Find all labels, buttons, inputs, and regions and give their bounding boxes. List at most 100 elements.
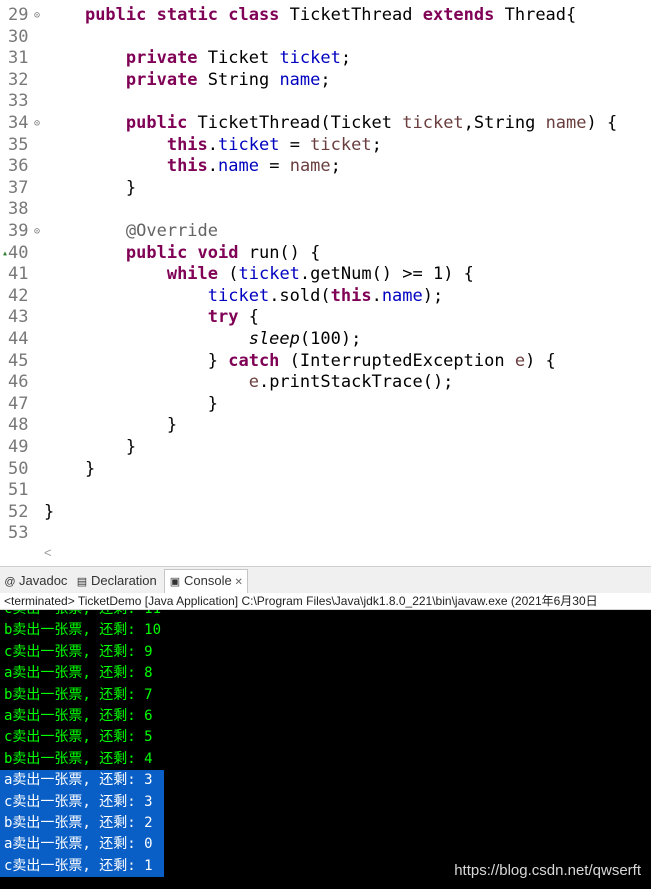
code-line[interactable]: 29 ⊝ public static class TicketThread ext…: [0, 5, 651, 27]
console-line[interactable]: a卖出一张票, 还剩: 0: [0, 834, 164, 856]
line-number: 48: [8, 415, 29, 436]
editor-horizontal-scrollbar[interactable]: <: [44, 546, 644, 560]
code-text: }: [44, 415, 177, 437]
code-token: name: [218, 156, 259, 177]
line-number: 45: [8, 350, 29, 371]
code-line[interactable]: 50 }: [0, 459, 651, 481]
line-number: 40: [8, 242, 29, 263]
code-line[interactable]: 49 }: [0, 437, 651, 459]
console-line[interactable]: c卖出一张票, 还剩: 1: [0, 855, 164, 878]
code-line[interactable]: 31 private Ticket ticket;: [0, 48, 651, 70]
code-text: }: [44, 459, 95, 481]
code-token: ticket: [238, 264, 300, 285]
line-number: 31: [8, 48, 29, 69]
line-number: 36: [8, 156, 29, 177]
code-token: this: [166, 156, 208, 177]
console-status-line: <terminated> TicketDemo [Java Applicatio…: [0, 593, 651, 610]
code-line[interactable]: 48 }: [0, 415, 651, 437]
code-token: (: [228, 264, 239, 285]
code-token: sleep: [248, 329, 300, 349]
code-token: ticket: [310, 134, 372, 155]
code-text: e.printStackTrace();: [44, 372, 454, 394]
code-token: }: [44, 350, 229, 371]
console-line[interactable]: a卖出一张票, 还剩: 8: [0, 663, 153, 684]
fold-collapse-icon[interactable]: ⊝: [34, 113, 40, 135]
tab-declaration[interactable]: ▤ Declaration: [76, 571, 157, 591]
code-token: @Override: [125, 221, 219, 241]
console-line[interactable]: c卖出一张票, 还剩: 5: [0, 727, 153, 748]
code-token: }: [44, 437, 137, 457]
code-token: TicketThread(Ticket: [197, 113, 403, 133]
code-token: public static class: [84, 5, 290, 25]
code-line[interactable]: 35 this.ticket = ticket;: [0, 135, 651, 157]
code-token: TicketThread: [289, 5, 423, 25]
code-text: public TicketThread(Ticket ticket,String…: [44, 113, 617, 135]
code-token: .: [207, 156, 219, 177]
code-token: try: [207, 307, 249, 328]
code-token: e: [248, 372, 259, 393]
code-token: }: [44, 458, 96, 479]
console-line[interactable]: b卖出一张票, 还剩: 2: [0, 813, 164, 835]
code-line[interactable]: 43 try {: [0, 307, 651, 329]
code-line[interactable]: 30: [0, 27, 651, 49]
code-line[interactable]: 44 sleep(100);: [0, 329, 651, 351]
code-text: } catch (InterruptedException e) {: [44, 351, 556, 373]
code-line[interactable]: 39 ⊝ @Override: [0, 221, 651, 243]
code-text: this.ticket = ticket;: [44, 135, 382, 157]
code-text: this.name = name;: [44, 156, 341, 178]
code-line[interactable]: 42 ticket.sold(this.name);: [0, 286, 651, 308]
code-line[interactable]: 52}: [0, 502, 651, 524]
console-line[interactable]: c卖出一张票, 还剩: 3: [0, 791, 164, 813]
code-line[interactable]: 53: [0, 523, 651, 545]
code-token: .: [207, 134, 219, 155]
code-text: }: [44, 437, 136, 459]
code-line[interactable]: 37 }: [0, 178, 651, 200]
tab-console[interactable]: ▣ Console ✕: [164, 569, 248, 594]
code-line[interactable]: 41 while (ticket.getNum() >= 1) {: [0, 264, 651, 286]
code-line[interactable]: 46 e.printStackTrace();: [0, 372, 651, 394]
console-line[interactable]: b卖出一张票, 还剩: 4: [0, 749, 153, 770]
fold-collapse-icon[interactable]: ⊝: [34, 221, 40, 243]
code-editor[interactable]: 29 ⊝ public static class TicketThread ext…: [0, 0, 651, 567]
code-token: String: [207, 69, 280, 90]
code-line[interactable]: ▴ 40 public void run() {: [0, 243, 651, 265]
code-line[interactable]: 38: [0, 199, 651, 221]
code-line[interactable]: 33: [0, 91, 651, 113]
console-line[interactable]: c卖出一张票, 还剩: 11: [0, 610, 161, 620]
scroll-left-icon[interactable]: <: [44, 545, 52, 560]
line-number: 35: [8, 134, 29, 155]
code-line[interactable]: 51: [0, 480, 651, 502]
code-token: (InterruptedException: [289, 350, 515, 371]
code-line[interactable]: 36 this.name = name;: [0, 156, 651, 178]
console-line[interactable]: a卖出一张票, 还剩: 6: [0, 706, 153, 727]
line-number: 46: [8, 372, 29, 393]
code-line[interactable]: 32 private String name;: [0, 70, 651, 92]
console-line[interactable]: b卖出一张票, 还剩: 7: [0, 685, 153, 706]
console-output[interactable]: c卖出一张票, 还剩: 11b卖出一张票, 还剩: 10c卖出一张票, 还剩: …: [0, 610, 651, 889]
console-line[interactable]: a卖出一张票, 还剩: 3: [0, 770, 164, 792]
code-token: ;: [320, 69, 331, 90]
code-token: ) {: [586, 113, 618, 133]
code-token: name: [279, 69, 321, 90]
code-line[interactable]: 34 ⊝ public TicketThread(Ticket ticket,St…: [0, 113, 651, 135]
code-line[interactable]: 47 }: [0, 394, 651, 416]
code-line[interactable]: 45 } catch (InterruptedException e) {: [0, 351, 651, 373]
code-token: private: [125, 48, 208, 69]
console-line[interactable]: c卖出一张票, 还剩: 9: [0, 642, 153, 663]
console-line[interactable]: b卖出一张票, 还剩: 10: [0, 620, 161, 641]
code-token: =: [279, 134, 311, 155]
code-token: e: [514, 350, 526, 371]
code-token: name: [545, 113, 587, 133]
fold-collapse-icon[interactable]: ⊝: [34, 5, 40, 27]
code-token: this: [166, 134, 208, 155]
code-token: ,String: [463, 113, 546, 133]
code-token: this: [330, 285, 372, 306]
tab-javadoc[interactable]: @ Javadoc: [4, 571, 67, 591]
close-icon[interactable]: ✕: [232, 577, 242, 588]
line-number: 30: [8, 26, 29, 47]
code-text: private String name;: [44, 70, 331, 92]
